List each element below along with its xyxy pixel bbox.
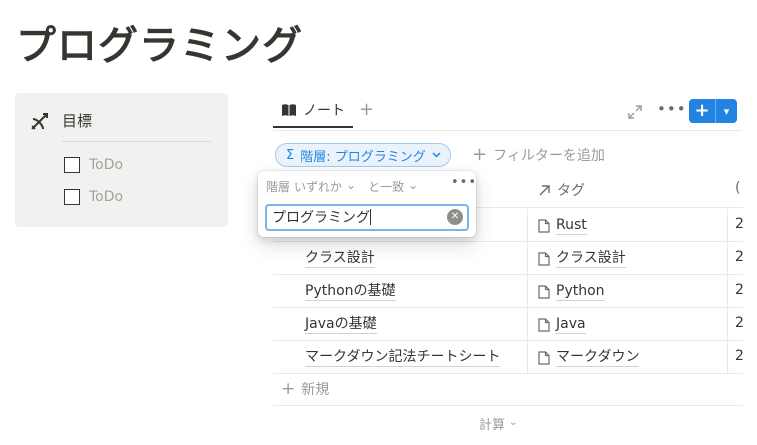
third-cell[interactable]: 2 <box>735 216 744 232</box>
new-button[interactable]: + ▾ <box>689 99 737 123</box>
filter-value-text[interactable]: プログラミング <box>272 210 370 226</box>
chevron-down-icon <box>432 152 441 158</box>
row-title[interactable]: マークダウン記法チートシート <box>305 348 501 367</box>
add-filter-label[interactable]: フィルターを追加 <box>493 145 605 165</box>
row-title[interactable]: Pythonの基礎 <box>305 282 396 301</box>
filter-condition: 階層 いずれか ⌄ と一致 ⌄ <box>266 178 418 195</box>
todo-item[interactable]: ToDo <box>64 189 123 205</box>
divider <box>273 405 743 406</box>
chevron-down-icon[interactable]: ▾ <box>716 105 737 118</box>
clear-icon[interactable]: ✕ <box>447 209 463 225</box>
table-row[interactable]: Pythonの基礎 Python 2 <box>273 275 744 308</box>
expand-icon[interactable] <box>628 105 642 119</box>
arrow-up-right-icon <box>539 184 550 195</box>
view-tab-notes[interactable]: ノート <box>281 100 345 120</box>
todo-label[interactable]: ToDo <box>89 189 123 205</box>
book-icon <box>282 104 296 116</box>
aggregate-select[interactable]: いずれか <box>294 178 342 195</box>
relation-cell[interactable]: Java <box>538 315 586 334</box>
page-icon <box>538 218 550 233</box>
new-row-button[interactable]: + 新規 <box>281 379 329 399</box>
page-title[interactable]: プログラミング <box>16 20 303 72</box>
todo-checkbox[interactable] <box>64 157 80 173</box>
database-toolbar: ノート + ••• + ▾ <box>273 96 743 128</box>
chevron-down-icon: ⌄ <box>346 178 357 192</box>
filter-value-input[interactable]: プログラミング <box>265 204 469 231</box>
relation-label[interactable]: Rust <box>556 216 587 235</box>
plus-icon: + <box>472 144 488 165</box>
goal-title: 目標 <box>62 112 93 130</box>
third-cell[interactable]: 2 <box>735 282 744 298</box>
text-caret <box>370 209 371 225</box>
filter-property-label: 階層 <box>266 180 291 194</box>
bow-and-arrow-icon <box>31 113 48 130</box>
page-icon <box>538 284 550 299</box>
table-row[interactable]: クラス設計 クラス設計 2 <box>273 242 744 275</box>
operator-select[interactable]: と一致 <box>368 178 404 195</box>
filter-popover: 階層 いずれか ⌄ と一致 ⌄ ••• プログラミング ✕ <box>258 171 476 237</box>
goal-callout: 目標 ToDo ToDo <box>15 93 228 227</box>
row-title[interactable]: Javaの基礎 <box>305 315 377 334</box>
new-row-label[interactable]: 新規 <box>301 379 329 399</box>
add-filter-button[interactable]: + フィルターを追加 <box>472 145 605 165</box>
page-icon <box>538 350 550 365</box>
filter-chip-label[interactable]: 階層: プログラミング <box>300 146 426 165</box>
plus-icon: + <box>281 379 296 399</box>
sigma-icon: Σ <box>286 147 295 163</box>
row-title[interactable]: クラス設計 <box>305 249 375 268</box>
page-icon <box>538 251 550 266</box>
relation-cell[interactable]: マークダウン <box>538 348 640 367</box>
todo-label[interactable]: ToDo <box>89 157 123 173</box>
relation-cell[interactable]: Python <box>538 282 605 301</box>
page-icon <box>538 317 550 332</box>
relation-label[interactable]: Java <box>556 315 586 334</box>
relation-label[interactable]: クラス設計 <box>556 249 626 268</box>
column-header-tag[interactable]: タグ <box>538 180 585 200</box>
third-cell[interactable]: 2 <box>735 315 744 331</box>
view-tab-label[interactable]: ノート <box>303 100 345 120</box>
third-cell[interactable]: 2 <box>735 348 744 364</box>
todo-checkbox[interactable] <box>64 189 80 205</box>
more-options-icon[interactable]: ••• <box>451 175 477 190</box>
chevron-down-icon: ⌄ <box>509 417 518 428</box>
divider <box>62 141 211 142</box>
active-tab-indicator <box>273 126 353 128</box>
relation-cell[interactable]: クラス設計 <box>538 249 626 268</box>
relation-cell[interactable]: Rust <box>538 216 587 235</box>
column-header-third[interactable]: ( <box>735 180 740 196</box>
calculate-label[interactable]: 計算 <box>479 414 505 433</box>
table-row[interactable]: マークダウン記法チートシート マークダウン 2 <box>273 341 744 374</box>
relation-label[interactable]: Python <box>556 282 605 301</box>
plus-icon[interactable]: + <box>689 100 715 122</box>
todo-item[interactable]: ToDo <box>64 157 123 173</box>
table-row[interactable]: Javaの基礎 Java 2 <box>273 308 744 341</box>
divider <box>273 130 742 131</box>
column-header-label[interactable]: タグ <box>557 180 585 200</box>
add-view-button[interactable]: + <box>359 99 374 121</box>
calculate-button[interactable]: 計算 ⌄ <box>479 414 517 433</box>
chevron-down-icon: ⌄ <box>408 178 419 192</box>
filter-chip[interactable]: Σ 階層: プログラミング <box>275 143 451 167</box>
more-options-icon[interactable]: ••• <box>657 100 687 118</box>
relation-label[interactable]: マークダウン <box>556 348 640 367</box>
third-cell[interactable]: 2 <box>735 249 744 265</box>
